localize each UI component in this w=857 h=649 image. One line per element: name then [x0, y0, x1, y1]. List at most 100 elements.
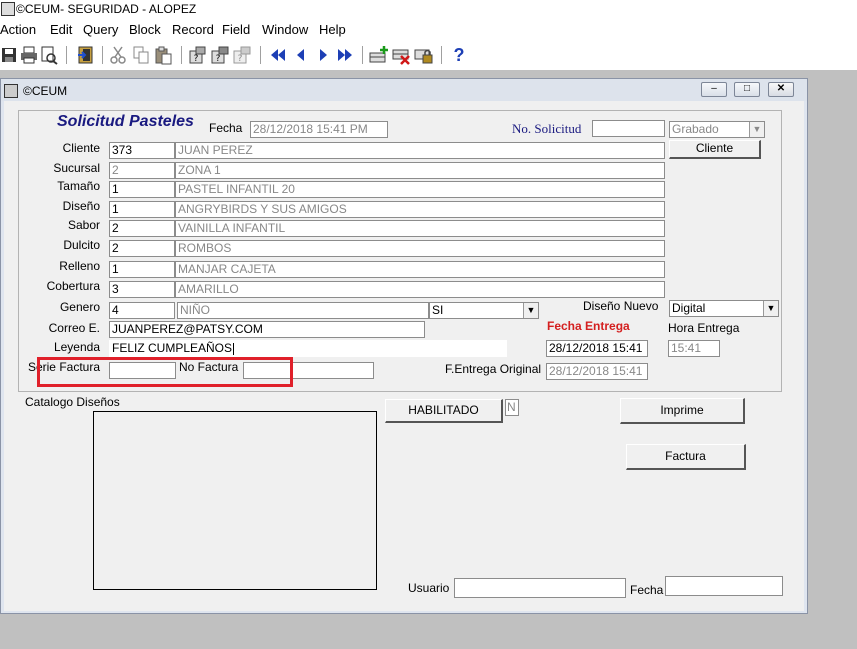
delete-record-icon[interactable]: [392, 45, 412, 65]
correo-field[interactable]: JUANPEREZ@PATSY.COM: [109, 321, 425, 338]
svg-text:?: ?: [238, 54, 243, 64]
first-record-icon[interactable]: [268, 45, 288, 65]
diseno-label: Diseño: [62, 199, 100, 213]
window-icon: [4, 84, 18, 98]
fentrega-original-label: F.Entrega Original: [445, 362, 542, 376]
next-record-icon[interactable]: [313, 45, 333, 65]
dulcito-code[interactable]: 2: [109, 240, 175, 257]
copy-icon[interactable]: [131, 45, 151, 65]
menu-window[interactable]: Window: [262, 22, 308, 37]
fecha-field[interactable]: 28/12/2018 15:41 PM: [250, 121, 388, 138]
app-title: ©CEUM- SEGURIDAD - ALOPEZ: [16, 2, 197, 16]
app-title-bar: ©CEUM- SEGURIDAD - ALOPEZ: [0, 0, 857, 18]
habilitado-field[interactable]: N: [505, 399, 519, 416]
dulcito-label: Dulcito: [63, 238, 100, 252]
diseno-code[interactable]: 1: [109, 201, 175, 218]
genero-desc[interactable]: NIÑO: [177, 302, 429, 319]
last-record-icon[interactable]: [335, 45, 355, 65]
sucursal-desc[interactable]: ZONA 1: [175, 162, 665, 179]
habilitado-button[interactable]: HABILITADO: [385, 399, 503, 423]
form-window-titlebar: ©CEUM – □ ✕: [1, 79, 807, 101]
save-icon[interactable]: [0, 45, 20, 65]
sucursal-code[interactable]: 2: [109, 162, 175, 179]
fentrega-original-field[interactable]: 28/12/2018 15:41: [546, 363, 648, 380]
svg-text:?: ?: [216, 54, 221, 64]
app-icon: [1, 2, 15, 16]
close-button[interactable]: ✕: [768, 82, 794, 97]
cliente-button[interactable]: Cliente: [669, 140, 761, 159]
status-value: Grabado: [672, 122, 719, 136]
no-solicitud-field[interactable]: [592, 120, 665, 137]
minimize-button[interactable]: –: [701, 82, 727, 97]
menu-edit[interactable]: Edit: [50, 22, 72, 37]
main-block: Solicitud Pasteles Fecha 28/12/2018 15:4…: [18, 110, 782, 392]
correo-label: Correo E.: [48, 321, 100, 335]
sabor-code[interactable]: 2: [109, 220, 175, 237]
cobertura-desc[interactable]: AMARILLO: [175, 281, 665, 298]
fecha-label: Fecha: [209, 121, 243, 135]
print-icon[interactable]: [19, 45, 39, 65]
chevron-down-icon[interactable]: ▼: [749, 122, 764, 137]
menu-action[interactable]: Action: [0, 22, 36, 37]
chevron-down-icon[interactable]: ▼: [763, 301, 778, 316]
print-preview-icon[interactable]: [39, 45, 59, 65]
tamano-code[interactable]: 1: [109, 181, 175, 198]
genero-code[interactable]: 4: [109, 302, 175, 319]
cut-icon[interactable]: [108, 45, 128, 65]
menu-block[interactable]: Block: [129, 22, 161, 37]
hora-entrega-field[interactable]: 15:41: [668, 340, 720, 357]
menu-help[interactable]: Help: [319, 22, 346, 37]
factura-button[interactable]: Factura: [626, 444, 746, 470]
tamano-desc[interactable]: PASTEL INFANTIL 20: [175, 181, 665, 198]
help-icon[interactable]: ?: [449, 45, 469, 65]
diseno-desc[interactable]: ANGRYBIRDS Y SUS AMIGOS: [175, 201, 665, 218]
catalogo-label: Catalogo Diseños: [25, 395, 120, 409]
toolbar: ? ? ? ?: [0, 40, 857, 71]
cancel-query-icon[interactable]: ?: [232, 45, 252, 65]
enter-query-icon[interactable]: ?: [188, 45, 208, 65]
exit-icon[interactable]: [76, 45, 96, 65]
fecha-entrega-field[interactable]: 28/12/2018 15:41: [546, 340, 648, 357]
paste-icon[interactable]: [153, 45, 173, 65]
text-cursor: [233, 342, 235, 355]
menu-bar: Action Edit Query Block Record Field Win…: [0, 18, 857, 40]
leyenda-value: FELIZ CUMPLEAÑOS: [112, 341, 233, 355]
svg-text:?: ?: [194, 54, 199, 64]
relleno-code[interactable]: 1: [109, 261, 175, 278]
form-heading: Solicitud Pasteles: [57, 113, 194, 130]
sucursal-label: Sucursal: [53, 161, 100, 175]
cobertura-code[interactable]: 3: [109, 281, 175, 298]
leyenda-label: Leyenda: [53, 340, 100, 354]
cliente-desc[interactable]: JUAN PEREZ: [175, 142, 665, 159]
diseno-nuevo-combo[interactable]: Digital ▼: [669, 300, 779, 317]
usuario-field[interactable]: [454, 578, 626, 598]
sabor-label: Sabor: [67, 218, 100, 232]
diseno-nuevo-value: Digital: [672, 301, 706, 315]
cliente-code[interactable]: 373: [109, 142, 175, 159]
diseno-nuevo-label: Diseño Nuevo: [583, 299, 659, 313]
menu-field[interactable]: Field: [222, 22, 250, 37]
menu-query[interactable]: Query: [83, 22, 118, 37]
insert-record-icon[interactable]: [369, 45, 389, 65]
genero-label: Genero: [59, 300, 100, 314]
execute-query-icon[interactable]: ?: [210, 45, 230, 65]
sabor-desc[interactable]: VAINILLA INFANTIL: [175, 220, 665, 237]
relleno-desc[interactable]: MANJAR CAJETA: [175, 261, 665, 278]
leyenda-field[interactable]: FELIZ CUMPLEAÑOS: [109, 340, 507, 357]
previous-record-icon[interactable]: [291, 45, 311, 65]
maximize-button[interactable]: □: [734, 82, 760, 97]
tamano-label: Tamaño: [57, 179, 100, 193]
menu-record[interactable]: Record: [172, 22, 214, 37]
chevron-down-icon[interactable]: ▼: [523, 303, 538, 318]
genero-si-combo[interactable]: SI ▼: [429, 302, 539, 319]
status-combo[interactable]: Grabado ▼: [669, 121, 765, 138]
catalogo-image-box[interactable]: [93, 411, 377, 590]
lock-record-icon[interactable]: [414, 45, 434, 65]
hora-entrega-label: Hora Entrega: [668, 321, 740, 335]
fecha2-field[interactable]: [665, 576, 783, 596]
fecha2-label: Fecha: [630, 583, 664, 597]
imprime-button[interactable]: Imprime: [620, 398, 745, 424]
fecha-entrega-label: Fecha Entrega: [547, 319, 630, 333]
cliente-label: Cliente: [62, 141, 100, 155]
dulcito-desc[interactable]: ROMBOS: [175, 240, 665, 257]
